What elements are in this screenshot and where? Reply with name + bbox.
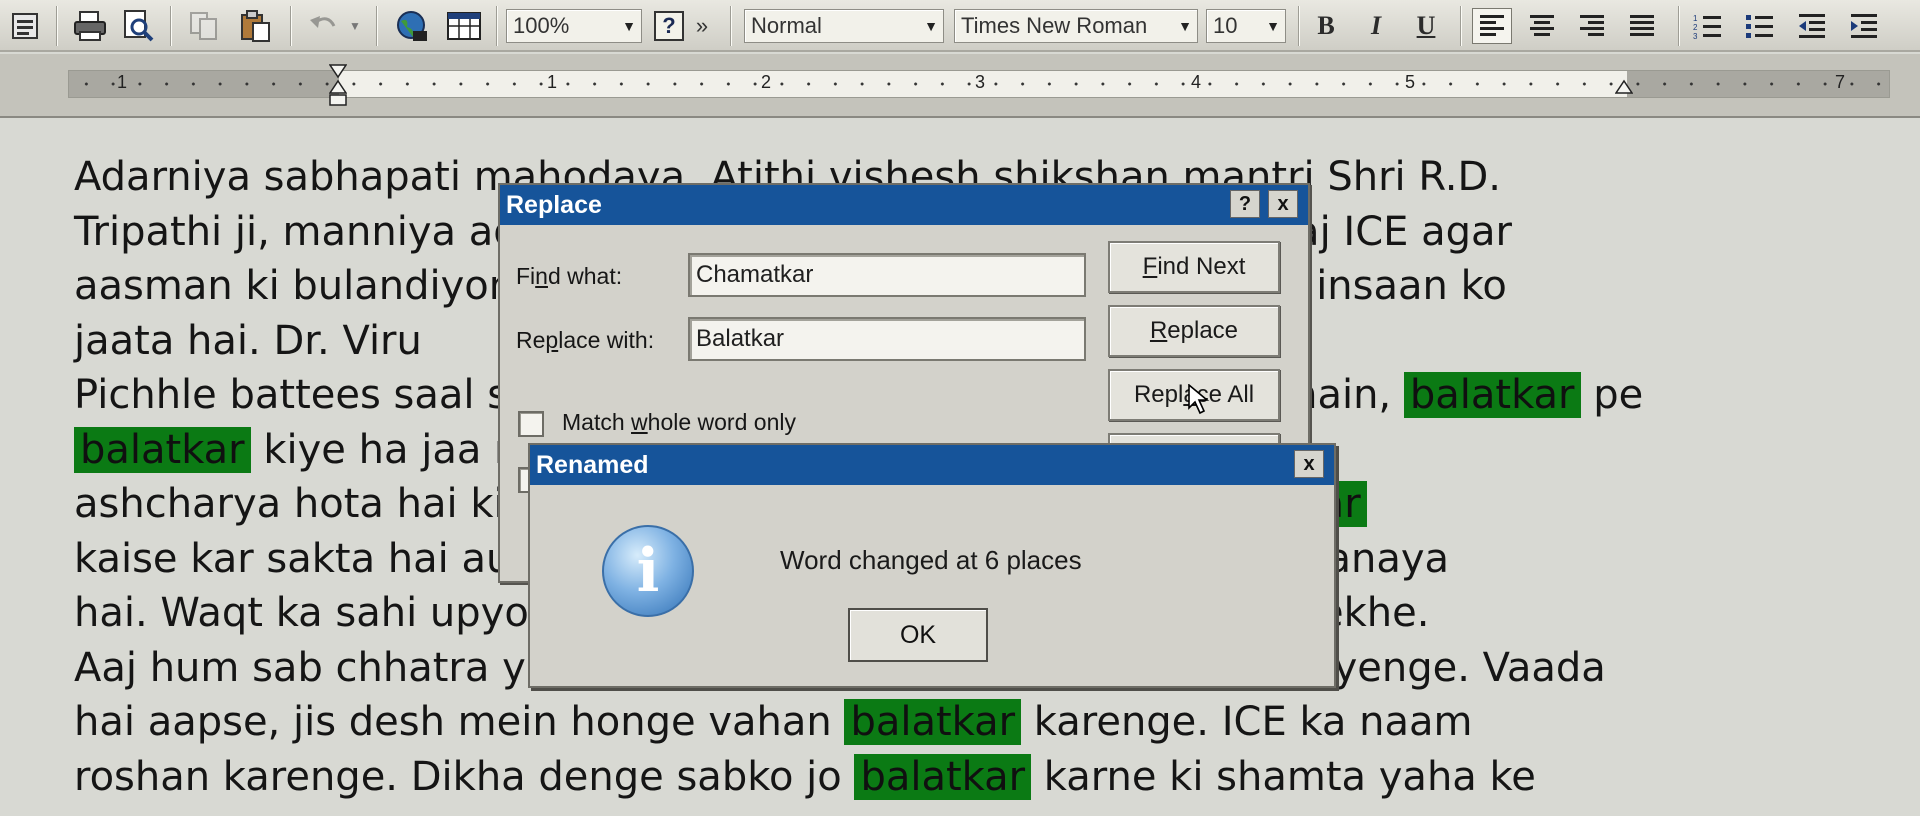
undo-dropdown-icon[interactable]: ▼ xyxy=(346,8,364,44)
align-right-icon[interactable] xyxy=(1572,8,1612,44)
ruler-number: 1 xyxy=(545,72,560,93)
zoom-select[interactable]: 100% ▼ xyxy=(506,9,642,43)
underline-button[interactable]: U xyxy=(1406,8,1446,44)
font-select[interactable]: Times New Roman ▼ xyxy=(954,9,1198,43)
formatting-toolbar: ▼ 100% ▼ ? » Normal ▼ Times New Roman ▼ … xyxy=(0,0,1920,52)
help-button[interactable]: ? xyxy=(1230,190,1260,218)
font-value: Times New Roman xyxy=(961,13,1148,38)
ruler-number: 1 xyxy=(115,72,130,93)
text-run: karenge. ICE ka naam xyxy=(1021,699,1473,745)
undo-icon[interactable] xyxy=(304,8,344,44)
italic-button[interactable]: I xyxy=(1356,8,1396,44)
match-whole-word-label: Match whole word only xyxy=(562,409,796,435)
mouse-pointer-icon xyxy=(1188,384,1210,415)
table-icon[interactable] xyxy=(444,8,484,44)
align-left-icon[interactable] xyxy=(1472,8,1512,44)
highlighted-word: balatkar xyxy=(74,426,251,473)
text-run: karne ki shamta yaha ke xyxy=(1031,753,1536,800)
style-value: Normal xyxy=(751,13,822,38)
dialog-title: Replace xyxy=(506,191,602,219)
highlighted-word: balatkar xyxy=(854,753,1032,800)
ruler-number: 7 xyxy=(1833,72,1848,93)
info-icon: i xyxy=(602,525,694,617)
decrease-indent-icon[interactable] xyxy=(1792,8,1832,44)
chevron-down-icon[interactable]: ▼ xyxy=(1261,10,1285,42)
svg-text:2: 2 xyxy=(1693,23,1698,32)
chevron-down-icon[interactable]: ▼ xyxy=(617,10,641,42)
help-icon[interactable]: ? xyxy=(652,8,686,44)
align-center-icon[interactable] xyxy=(1522,8,1562,44)
replace-button[interactable]: Replace xyxy=(1108,305,1280,357)
match-whole-word-checkbox[interactable] xyxy=(518,411,544,437)
right-indent-marker[interactable] xyxy=(1615,63,1633,109)
paste-icon[interactable] xyxy=(236,8,276,44)
replace-dialog-titlebar[interactable]: Replace ? x xyxy=(500,185,1308,225)
dialog-title: Renamed xyxy=(536,451,649,479)
replace-with-input[interactable]: Balatkar xyxy=(688,317,1086,361)
document-line: hai aapse, jis desh mein honge vahan bal… xyxy=(74,695,1904,750)
font-size-value: 10 xyxy=(1213,13,1238,38)
numbered-list-icon[interactable]: 123 xyxy=(1688,8,1728,44)
file-icon[interactable] xyxy=(6,8,46,44)
replace-with-label: Replace with: xyxy=(516,327,655,353)
web-globe-icon[interactable] xyxy=(392,8,432,44)
close-icon[interactable]: x xyxy=(1294,450,1324,478)
copy-icon[interactable] xyxy=(184,8,224,44)
font-size-select[interactable]: 10 ▼ xyxy=(1206,9,1286,43)
close-icon[interactable]: x xyxy=(1268,190,1298,218)
highlighted-word: balatkar xyxy=(1403,372,1581,418)
increase-indent-icon[interactable] xyxy=(1844,8,1884,44)
bullet-list-icon[interactable] xyxy=(1740,8,1780,44)
svg-text:3: 3 xyxy=(1693,32,1698,40)
svg-text:1: 1 xyxy=(1693,14,1698,23)
horizontal-ruler[interactable]: 1 1 2 3 4 5 7 xyxy=(68,64,1890,106)
zoom-value: 100% xyxy=(513,13,570,38)
document-line: roshan karenge. Dikha denge sabko jo bal… xyxy=(74,750,1904,805)
text-run: pe xyxy=(1580,372,1644,418)
ok-button[interactable]: OK xyxy=(848,608,988,662)
renamed-message-dialog: Renamed x i Word changed at 6 places OK xyxy=(528,443,1336,688)
chevron-down-icon[interactable]: ▼ xyxy=(1173,10,1197,42)
ruler-number: 3 xyxy=(973,72,988,93)
print-icon[interactable] xyxy=(70,8,110,44)
ruler-number: 5 xyxy=(1403,72,1418,93)
find-what-label: Find what: xyxy=(516,263,623,289)
chevron-down-icon[interactable]: ▼ xyxy=(919,10,943,42)
renamed-dialog-titlebar[interactable]: Renamed x xyxy=(530,445,1334,485)
text-run: jaata hai. Dr. Viru xyxy=(74,317,422,364)
print-preview-icon[interactable] xyxy=(118,8,158,44)
justify-icon[interactable] xyxy=(1622,8,1662,44)
find-next-button[interactable]: Find Next xyxy=(1108,241,1280,293)
ruler-number: 2 xyxy=(759,72,774,93)
left-indent-marker[interactable] xyxy=(329,63,347,109)
ruler-bar: 1 1 2 3 4 5 7 xyxy=(0,54,1920,118)
find-what-input[interactable]: Chamatkar xyxy=(688,253,1086,297)
bold-button[interactable]: B xyxy=(1306,8,1346,44)
message-text: Word changed at 6 places xyxy=(780,545,1082,575)
text-run: roshan karenge. Dikha denge sabko jo xyxy=(74,753,855,800)
ruler-number: 4 xyxy=(1189,72,1204,93)
text-run: hai aapse, jis desh mein honge vahan xyxy=(74,699,845,745)
toolbar-overflow-icon[interactable]: » xyxy=(692,8,712,44)
style-select[interactable]: Normal ▼ xyxy=(744,9,944,43)
highlighted-word: balatkar xyxy=(844,699,1022,745)
